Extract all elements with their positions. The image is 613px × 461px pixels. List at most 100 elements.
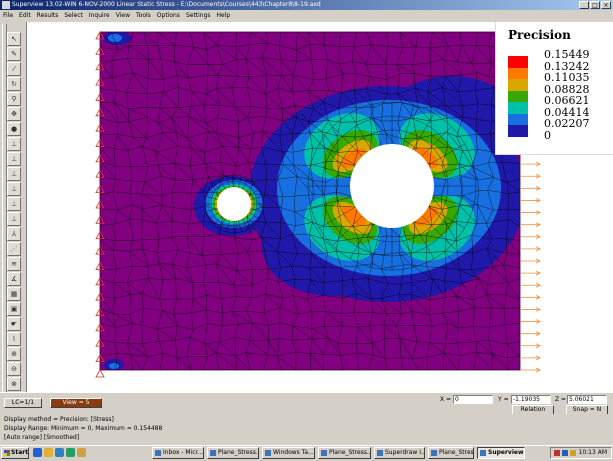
pencil-icon[interactable]: ✎: [7, 47, 21, 61]
menu-options[interactable]: Options: [154, 10, 183, 22]
z-coord-label: Z =: [555, 396, 567, 403]
start-button[interactable]: Start: [1, 447, 29, 459]
task-label: Plane_Stress...: [329, 449, 371, 456]
zoom-out-icon[interactable]: ⊖: [7, 362, 21, 376]
task-label: Plane_Stress...: [218, 449, 259, 456]
view-bottom-icon[interactable]: ⊥: [7, 212, 21, 226]
menu-bar: File Edit Results Select Inquire View Tools Opt…: [0, 10, 613, 22]
applied-load-arrow-icon: [520, 198, 541, 203]
antivirus-icon[interactable]: [554, 450, 560, 456]
tool-palette: ↖ ✎ ⁄ ↻ ⚲ ✥ ● ⊥ ⊥ ⊥ ⊥ ⊥ ⊥ ⅄ ⋰ ≋ ∡ ▦ ▣ ☛ ⌇ ⊕ ⊖ ⊗: [0, 22, 27, 394]
taskbar-button[interactable]: Superdraw I...: [374, 447, 425, 459]
clock[interactable]: 10:13 AM: [579, 449, 607, 456]
y-coord-field[interactable]: -1.19035: [511, 395, 551, 404]
precision-legend: Precision 0.15449 0.13242 0.11035 0.08828 0.…: [495, 22, 613, 155]
outlook-icon[interactable]: [44, 448, 53, 457]
grid-icon[interactable]: ▦: [7, 287, 21, 301]
view-zx-icon[interactable]: ⊥: [7, 167, 21, 181]
menu-settings[interactable]: Settings: [183, 10, 214, 22]
legend-swatch: [508, 67, 528, 80]
taskbar-button[interactable]: Plane_Stress...: [428, 447, 474, 459]
legend-value: 0.02207: [544, 117, 590, 130]
ie-icon[interactable]: [33, 448, 42, 457]
applied-load-arrow-icon: [520, 161, 541, 167]
window-controls: _ □ ×: [579, 1, 611, 9]
zoom-window-icon[interactable]: ⊗: [7, 377, 21, 391]
legend-swatch: [508, 113, 528, 126]
maximize-button[interactable]: □: [590, 1, 600, 9]
title-bar: Superview 13.02-WIN 6-NOV-2000 Linear St…: [0, 0, 613, 10]
applied-load-arrow-icon: [520, 246, 541, 252]
y-coord-label: Y =: [498, 396, 509, 403]
measure-icon[interactable]: ∡: [7, 272, 21, 286]
applied-load-arrow-icon: [520, 173, 541, 179]
legend-swatch: [508, 79, 528, 91]
load-arrows-icon[interactable]: ≋: [7, 257, 21, 271]
axes-icon[interactable]: ⅄: [7, 227, 21, 241]
mesh-nodes-icon[interactable]: ⋰: [7, 242, 21, 256]
brush-icon[interactable]: ⁄: [7, 62, 21, 76]
shade-sphere-icon[interactable]: ●: [7, 122, 21, 136]
media-icon[interactable]: [66, 448, 75, 457]
taskbar-button[interactable]: Plane_Stress...: [318, 447, 371, 459]
menu-view[interactable]: View: [113, 10, 133, 22]
taskbar-button[interactable]: Inbox - Micr...: [152, 447, 204, 459]
window-title: Superview 13.02-WIN 6-NOV-2000 Linear St…: [12, 1, 321, 8]
task-app-icon: [155, 450, 161, 456]
task-label: Plane_Stress...: [439, 449, 474, 456]
menu-results[interactable]: Results: [34, 10, 62, 22]
task-app-icon: [321, 450, 327, 456]
minimize-button[interactable]: _: [579, 1, 589, 9]
x-coord-field[interactable]: 0: [453, 395, 493, 404]
menu-edit[interactable]: Edit: [16, 10, 34, 22]
menu-file[interactable]: File: [0, 10, 16, 22]
applied-load-arrow-icon: [520, 319, 541, 324]
zoom-in-icon[interactable]: ⊕: [7, 347, 21, 361]
task-label: Inbox - Micr...: [163, 449, 204, 456]
message-line-range: Display Range: Minimum = 0, Maximum = 0.…: [4, 425, 163, 432]
view-yz-icon[interactable]: ⊥: [7, 152, 21, 166]
taskbar-button[interactable]: Superview ...: [477, 447, 525, 459]
z-coord-field[interactable]: 5.06021: [567, 395, 607, 404]
applied-load-arrow-icon: [520, 258, 541, 264]
legend-swatch: [508, 56, 528, 68]
view-button[interactable]: View = 5: [50, 398, 102, 408]
menu-select[interactable]: Select: [61, 10, 86, 22]
menu-inquire[interactable]: Inquire: [86, 10, 113, 22]
contour-band-blue: [108, 34, 122, 42]
rotate-icon[interactable]: ↻: [7, 77, 21, 91]
applied-load-arrow-icon: [520, 307, 541, 312]
desktop-icon[interactable]: [55, 448, 64, 457]
network-icon[interactable]: [562, 450, 568, 456]
volume-icon[interactable]: [570, 450, 576, 456]
app-icon: [2, 1, 10, 9]
legend-value: 0.15449: [544, 48, 590, 61]
legend-value: 0.04414: [544, 105, 590, 119]
pointer-icon[interactable]: ☛: [7, 317, 21, 331]
select-arrow-icon[interactable]: ↖: [7, 32, 21, 46]
task-label: Superdraw I...: [385, 449, 425, 456]
support-constraint-icon: [95, 369, 105, 378]
view-top-icon[interactable]: ⊥: [7, 197, 21, 211]
taskbar: Start 10:13 AM Inbox - Micr... Plane_Stre…: [0, 445, 613, 461]
folder-icon[interactable]: [77, 448, 86, 457]
taskbar-button[interactable]: Windows Ta...: [262, 447, 315, 459]
applied-load-arrow-icon: [520, 343, 541, 349]
start-label: Start: [11, 449, 29, 456]
contour-band-blue: [109, 363, 119, 369]
zoom-icon[interactable]: ⚲: [7, 92, 21, 106]
applied-load-arrow-icon: [520, 294, 541, 300]
box-icon[interactable]: ▣: [7, 302, 21, 316]
pan-icon[interactable]: ✥: [7, 107, 21, 121]
menu-tools[interactable]: Tools: [133, 10, 154, 22]
close-button[interactable]: ×: [601, 1, 611, 9]
applied-load-arrow-icon: [520, 355, 541, 361]
menu-help[interactable]: Help: [214, 10, 234, 22]
view-iso-icon[interactable]: ⊥: [7, 182, 21, 196]
load-case-button[interactable]: LC=1/1: [4, 398, 42, 408]
x-coord-label: X =: [440, 396, 452, 403]
taskbar-button[interactable]: Plane_Stress...: [207, 447, 259, 459]
view-xy-icon[interactable]: ⊥: [7, 137, 21, 151]
small-hole: [217, 187, 251, 221]
eyedropper-icon[interactable]: ⌇: [7, 332, 21, 346]
